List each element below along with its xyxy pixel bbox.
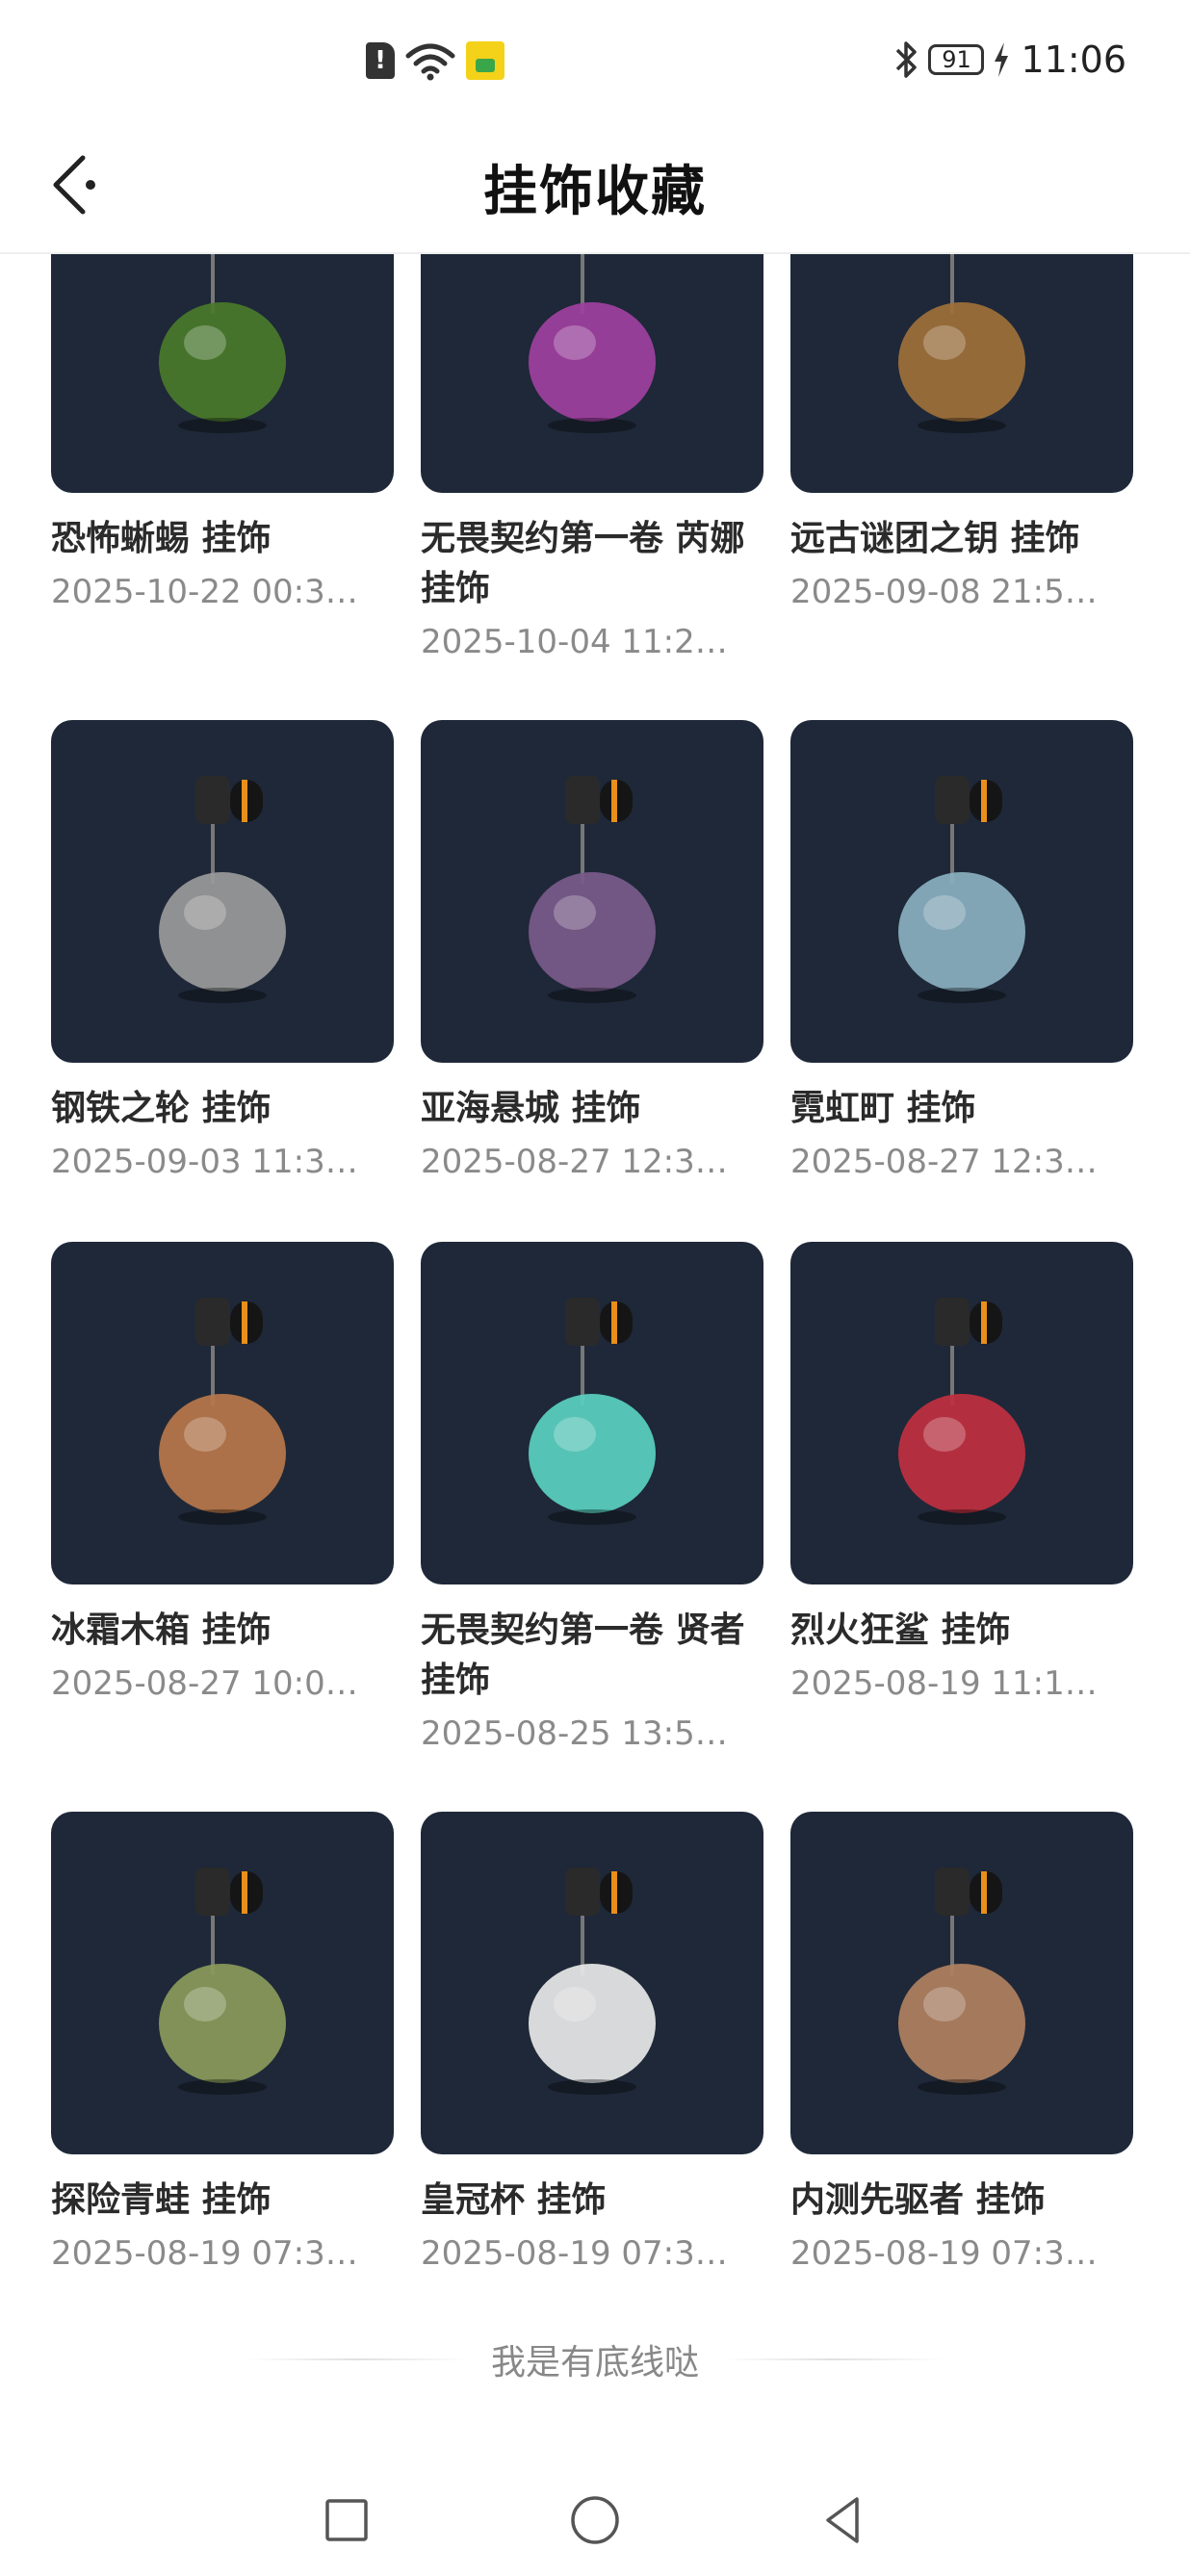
square-nav-icon[interactable] [318, 2491, 375, 2549]
sim-alert-icon: ! [366, 42, 395, 79]
battery-level: 91 [942, 46, 971, 73]
charm-name: 冰霜木箱 挂饰 [51, 1610, 272, 1650]
charm-card[interactable]: 亚海悬城 挂饰 2025-08-27 12:34:... [421, 720, 763, 1184]
charm-name: 内测先驱者 挂饰 [790, 2180, 1046, 2220]
items.3.charm [159, 776, 286, 1003]
charm-card[interactable]: 霓虹町 挂饰 2025-08-27 12:34:... [790, 720, 1133, 1184]
divider-right [722, 2358, 944, 2360]
items.5.charm [898, 776, 1025, 1003]
wifi-icon [405, 43, 455, 81]
triangle-back-nav-icon[interactable] [815, 2491, 872, 2549]
charm-thumbnail[interactable] [51, 1812, 394, 2154]
charm-thumbnail[interactable] [421, 720, 763, 1063]
charm-acquired-date: 2025-08-19 07:30:... [421, 2234, 748, 2273]
charm-acquired-date: 2025-08-25 13:53:... [421, 1714, 748, 1753]
charm-acquired-date: 2025-10-04 11:21:... [421, 623, 748, 661]
end-of-list-indicator: 我是有底线哒 [0, 2335, 1190, 2383]
end-of-list-text: 我是有底线哒 [490, 2343, 699, 2383]
charm-acquired-date: 2025-09-08 21:53:... [790, 573, 1118, 611]
charm-card[interactable]: 烈火狂鲨 挂饰 2025-08-19 11:17:... [790, 1242, 1133, 1706]
charm-thumbnail[interactable] [421, 252, 763, 493]
items.4.charm [529, 776, 656, 1003]
status-center-icons: ! [366, 40, 504, 81]
charm-acquired-date: 2025-08-19 11:17:... [790, 1664, 1118, 1703]
charm-name: 探险青蛙 挂饰 [51, 2180, 272, 2220]
charm-name: 烈火狂鲨 挂饰 [790, 1610, 1011, 1650]
charm-acquired-date: 2025-10-22 00:37:... [51, 573, 378, 611]
charm-thumbnail[interactable] [421, 1812, 763, 2154]
charm-acquired-date: 2025-08-19 07:30:... [51, 2234, 378, 2273]
status-right-icons: 91 11:06 [892, 39, 1126, 81]
charm-acquired-date: 2025-08-27 12:34:... [790, 1143, 1118, 1181]
system-navigation-bar [0, 2470, 1190, 2576]
status-time: 11:06 [1021, 39, 1126, 81]
charm-thumbnail[interactable] [790, 720, 1133, 1063]
charm-name: 皇冠杯 挂饰 [421, 2180, 607, 2220]
charm-thumbnail[interactable] [51, 1242, 394, 1584]
charm-acquired-date: 2025-08-27 10:07:... [51, 1664, 378, 1703]
charm-name: 钢铁之轮 挂饰 [51, 1089, 272, 1128]
items.0.charm [159, 252, 286, 433]
bluetooth-icon [896, 41, 918, 78]
charm-card[interactable]: 无畏契约第一卷 芮娜 挂饰 2025-10-04 11:21:... [421, 252, 763, 664]
items.8.charm [898, 1298, 1025, 1525]
circle-nav-icon[interactable] [566, 2491, 624, 2549]
app-header: 挂饰收藏 [0, 125, 1190, 254]
charm-name: 恐怖蜥蜴 挂饰 [51, 519, 272, 558]
charm-name: 霓虹町 挂饰 [790, 1089, 976, 1128]
divider-left [246, 2358, 468, 2360]
charm-acquired-date: 2025-09-03 11:39:... [51, 1143, 378, 1181]
charm-name: 无畏契约第一卷 贤者 挂饰 [421, 1610, 745, 1700]
charm-name: 亚海悬城 挂饰 [421, 1089, 641, 1128]
charm-thumbnail[interactable] [790, 252, 1133, 493]
charm-acquired-date: 2025-08-19 07:30:... [790, 2234, 1118, 2273]
charm-card[interactable]: 探险青蛙 挂饰 2025-08-19 07:30:... [51, 1812, 394, 2276]
page-title: 挂饰收藏 [483, 161, 707, 223]
charm-card[interactable]: 恐怖蜥蜴 挂饰 2025-10-22 00:37:... [51, 252, 394, 614]
charm-card[interactable]: 皇冠杯 挂饰 2025-08-19 07:30:... [421, 1812, 763, 2276]
items.11.charm [898, 1868, 1025, 2095]
items.6.charm [159, 1298, 286, 1525]
items.10.charm [529, 1868, 656, 2095]
items.7.charm [529, 1298, 656, 1525]
charm-acquired-date: 2025-08-27 12:34:... [421, 1143, 748, 1181]
charm-thumbnail[interactable] [51, 720, 394, 1063]
charm-card[interactable]: 远古谜团之钥 挂饰 2025-09-08 21:53:... [790, 252, 1133, 614]
charm-name: 无畏契约第一卷 芮娜 挂饰 [421, 519, 745, 608]
charm-card[interactable]: 内测先驱者 挂饰 2025-08-19 07:30:... [790, 1812, 1133, 2276]
charm-card[interactable]: 无畏契约第一卷 贤者 挂饰 2025-08-25 13:53:... [421, 1242, 763, 1756]
charm-thumbnail[interactable] [790, 1812, 1133, 2154]
items.1.charm [529, 252, 656, 433]
items.2.charm [898, 252, 1025, 433]
sim-alert-label: ! [375, 46, 386, 75]
charm-card[interactable]: 冰霜木箱 挂饰 2025-08-27 10:07:... [51, 1242, 394, 1706]
app-notification-icon [466, 41, 504, 80]
charm-thumbnail[interactable] [790, 1242, 1133, 1584]
status-bar: ! 91 11:06 [0, 0, 1190, 125]
charm-collection-list[interactable]: 恐怖蜥蜴 挂饰 2025-10-22 00:37:... 无畏契约第一卷 芮娜 挂饰… [0, 252, 1190, 2470]
charging-bolt-icon [995, 42, 1009, 77]
items.9.charm [159, 1868, 286, 2095]
charm-thumbnail[interactable] [421, 1242, 763, 1584]
charm-card[interactable]: 钢铁之轮 挂饰 2025-09-03 11:39:... [51, 720, 394, 1184]
charm-name: 远古谜团之钥 挂饰 [790, 519, 1080, 558]
battery-icon: 91 [928, 44, 985, 75]
charm-thumbnail[interactable] [51, 252, 394, 493]
